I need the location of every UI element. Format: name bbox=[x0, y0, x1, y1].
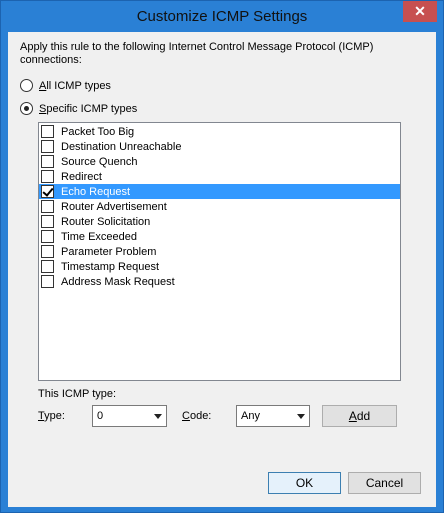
icmp-list-item-label: Destination Unreachable bbox=[61, 140, 182, 153]
icmp-list-item[interactable]: Address Mask Request bbox=[39, 274, 400, 289]
checkbox[interactable] bbox=[41, 215, 54, 228]
icmp-list-item[interactable]: Router Advertisement bbox=[39, 199, 400, 214]
checkbox[interactable] bbox=[41, 185, 54, 198]
window-title: Customize ICMP Settings bbox=[136, 8, 308, 25]
close-icon: ✕ bbox=[414, 3, 426, 19]
icmp-list-item-label: Parameter Problem bbox=[61, 245, 157, 258]
type-value: 0 bbox=[97, 410, 104, 422]
checkbox[interactable] bbox=[41, 275, 54, 288]
icmp-list-item[interactable]: Destination Unreachable bbox=[39, 139, 400, 154]
icmp-list-item-label: Packet Too Big bbox=[61, 125, 135, 138]
radio-specific-icmp-types[interactable]: Specific ICMP types bbox=[20, 102, 137, 115]
checkbox[interactable] bbox=[41, 200, 54, 213]
radio-button-specific[interactable] bbox=[20, 102, 33, 115]
icmp-list-item[interactable]: Time Exceeded bbox=[39, 229, 400, 244]
icmp-list-item-label: Router Solicitation bbox=[61, 215, 151, 228]
this-icmp-type-heading: This ICMP type: bbox=[38, 388, 117, 400]
icmp-list-item-label: Router Advertisement bbox=[61, 200, 167, 213]
code-dropdown[interactable]: Any bbox=[236, 405, 310, 427]
checkbox[interactable] bbox=[41, 170, 54, 183]
dialog-window: Customize ICMP Settings ✕ Apply this rul… bbox=[0, 0, 444, 513]
radio-all-icmp-types[interactable]: All ICMP types bbox=[20, 79, 111, 92]
dialog-body: Apply this rule to the following Interne… bbox=[8, 32, 436, 507]
checkbox[interactable] bbox=[41, 245, 54, 258]
checkbox[interactable] bbox=[41, 230, 54, 243]
icmp-list-item-label: Echo Request bbox=[61, 185, 131, 198]
close-button[interactable]: ✕ bbox=[403, 1, 437, 22]
ok-button[interactable]: OK bbox=[268, 472, 341, 494]
icmp-list-item[interactable]: Redirect bbox=[39, 169, 400, 184]
title-bar[interactable]: Customize ICMP Settings ✕ bbox=[1, 1, 443, 32]
checkbox[interactable] bbox=[41, 260, 54, 273]
radio-specific-label: Specific ICMP types bbox=[39, 102, 138, 115]
icmp-list-item[interactable]: Router Solicitation bbox=[39, 214, 400, 229]
checkbox[interactable] bbox=[41, 155, 54, 168]
checkbox[interactable] bbox=[41, 125, 54, 138]
intro-text: Apply this rule to the following Interne… bbox=[20, 41, 374, 66]
radio-button-all[interactable] bbox=[20, 79, 33, 92]
code-value: Any bbox=[241, 410, 260, 422]
chevron-down-icon bbox=[297, 414, 305, 419]
type-label: Type: bbox=[38, 410, 65, 422]
icmp-list-item-label: Time Exceeded bbox=[61, 230, 138, 243]
icmp-list-item[interactable]: Packet Too Big bbox=[39, 124, 400, 139]
icmp-list-item-label: Source Quench bbox=[61, 155, 138, 168]
icmp-list-item[interactable]: Echo Request bbox=[39, 184, 400, 199]
icmp-list-item[interactable]: Parameter Problem bbox=[39, 244, 400, 259]
icmp-list-item-label: Address Mask Request bbox=[61, 275, 175, 288]
cancel-button[interactable]: Cancel bbox=[348, 472, 421, 494]
chevron-down-icon bbox=[154, 414, 162, 419]
icmp-list-item-label: Redirect bbox=[61, 170, 102, 183]
code-label: Code: bbox=[182, 410, 212, 422]
icmp-list-item[interactable]: Timestamp Request bbox=[39, 259, 400, 274]
icmp-list-item-label: Timestamp Request bbox=[61, 260, 160, 273]
type-dropdown[interactable]: 0 bbox=[92, 405, 167, 427]
icmp-list-item[interactable]: Source Quench bbox=[39, 154, 400, 169]
checkbox[interactable] bbox=[41, 140, 54, 153]
icmp-types-listbox[interactable]: Packet Too Big Destination Unreachable Sou… bbox=[38, 122, 401, 381]
radio-all-label: All ICMP types bbox=[39, 79, 111, 92]
add-button[interactable]: Add bbox=[322, 405, 397, 427]
